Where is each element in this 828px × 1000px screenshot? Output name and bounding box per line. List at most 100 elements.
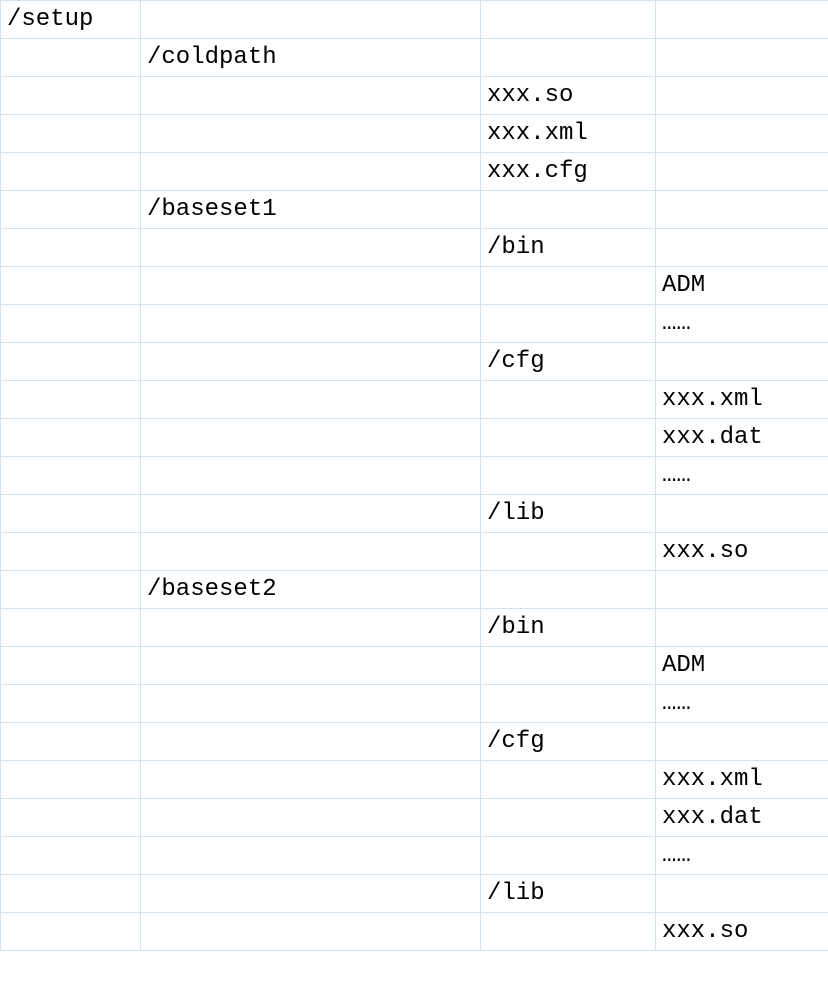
table-cell [141,913,481,951]
table-cell [1,153,141,191]
table-cell: xxx.so [656,913,828,951]
table-cell [481,191,656,229]
table-cell [1,799,141,837]
table-cell: xxx.so [656,533,828,571]
table-cell [1,837,141,875]
table-row: …… [1,457,828,495]
table-cell: xxx.xml [656,381,828,419]
table-cell [1,761,141,799]
table-cell [1,77,141,115]
table-cell [141,305,481,343]
table-cell [656,723,828,761]
table-cell [1,115,141,153]
table-row: /coldpath [1,39,828,77]
table-cell [141,647,481,685]
table-cell: …… [656,457,828,495]
table-cell [656,77,828,115]
table-cell: /bin [481,609,656,647]
table-row: xxx.xml [1,381,828,419]
table-cell: /cfg [481,343,656,381]
table-cell [141,1,481,39]
table-cell [1,533,141,571]
table-row: /baseset1 [1,191,828,229]
table-row: xxx.so [1,913,828,951]
table-cell [656,229,828,267]
table-cell [481,837,656,875]
table-row: xxx.dat [1,799,828,837]
table-cell [141,381,481,419]
table-cell: xxx.dat [656,799,828,837]
table-cell [1,381,141,419]
table-row: ADM [1,267,828,305]
table-row: /cfg [1,723,828,761]
table-cell [141,495,481,533]
table-cell [481,647,656,685]
table-cell [1,571,141,609]
table-row: /cfg [1,343,828,381]
table-cell [141,875,481,913]
table-cell [481,419,656,457]
table-row: /baseset2 [1,571,828,609]
table-cell [656,153,828,191]
table-cell [141,761,481,799]
table-cell [1,685,141,723]
table-cell [1,305,141,343]
table-cell [481,533,656,571]
table-cell: xxx.cfg [481,153,656,191]
table-cell [141,457,481,495]
table-cell [141,609,481,647]
table-cell [481,381,656,419]
table-cell [656,571,828,609]
table-row: xxx.so [1,77,828,115]
table-cell [656,115,828,153]
table-row: /setup [1,1,828,39]
table-cell [1,457,141,495]
table-cell [1,39,141,77]
table-cell: /setup [1,1,141,39]
table-cell [1,913,141,951]
table-cell: ADM [656,267,828,305]
table-cell: /lib [481,495,656,533]
table-cell [141,229,481,267]
table-row: xxx.cfg [1,153,828,191]
table-cell [481,457,656,495]
table-row: xxx.xml [1,115,828,153]
table-cell [656,609,828,647]
table-cell [1,723,141,761]
table-cell: /coldpath [141,39,481,77]
table-cell [141,343,481,381]
table-cell: /cfg [481,723,656,761]
table-cell [656,343,828,381]
table-cell [481,761,656,799]
table-row: …… [1,305,828,343]
table-cell [1,343,141,381]
table-cell [141,419,481,457]
table-cell: xxx.dat [656,419,828,457]
table-cell [141,153,481,191]
table-row: ADM [1,647,828,685]
table-cell [481,305,656,343]
table-cell [1,419,141,457]
table-cell [1,495,141,533]
table-cell: xxx.so [481,77,656,115]
table-cell [656,39,828,77]
table-cell [481,571,656,609]
table-cell [141,799,481,837]
table-row: …… [1,837,828,875]
table-cell [141,533,481,571]
table-cell: …… [656,837,828,875]
table-cell [141,115,481,153]
table-cell [481,799,656,837]
table-row: xxx.dat [1,419,828,457]
table-row: /bin [1,229,828,267]
table-cell [656,875,828,913]
table-cell [481,913,656,951]
table-cell [656,1,828,39]
table-cell [1,647,141,685]
table-cell [1,191,141,229]
table-cell [1,875,141,913]
table-row: /bin [1,609,828,647]
table-cell [141,837,481,875]
directory-tree-table: /setup/coldpathxxx.soxxx.xmlxxx.cfg/base… [0,0,828,951]
table-cell [481,39,656,77]
